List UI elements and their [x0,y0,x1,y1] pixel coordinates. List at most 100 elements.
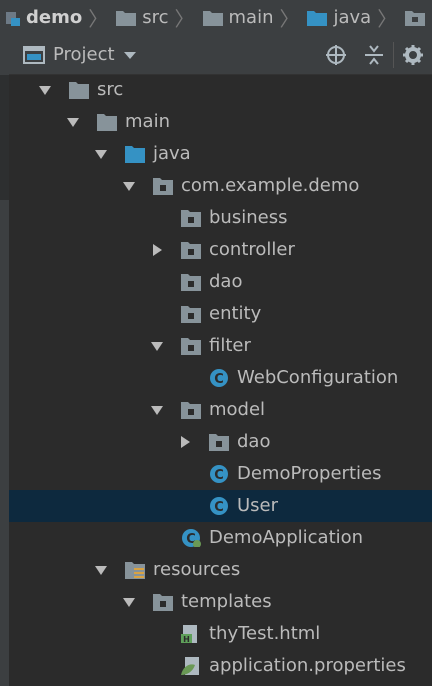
tree-node-label: business [209,207,288,228]
source-folder-icon [125,146,145,163]
expand-arrow-down-icon[interactable] [66,115,80,129]
svg-text:H: H [183,635,190,643]
expand-arrow-right-icon[interactable] [178,435,192,449]
breadcrumb-separator: 〉 [88,7,109,31]
tool-window-tab[interactable] [0,75,9,200]
source-folder-icon [307,10,328,26]
class-icon: C [210,369,228,387]
tool-window-strip [0,35,9,686]
expand-arrow-down-icon[interactable] [122,595,136,609]
breadcrumb-item[interactable]: com [399,7,432,28]
breadcrumb-label: demo [26,7,83,28]
project-toolbar: Project [9,35,432,75]
expand-arrow-right-icon[interactable] [150,243,164,257]
breadcrumb-item[interactable]: main [197,7,278,28]
breadcrumb-item[interactable]: java [301,7,375,28]
package-icon [181,402,201,419]
module-icon [6,11,20,26]
tree-node-label: thyTest.html [209,623,321,644]
package-icon [181,210,201,227]
tree-node-label: dao [209,271,243,292]
tree-node-label: DemoApplication [209,527,364,548]
resources-folder-icon [125,562,145,579]
expand-arrow-down-icon[interactable] [150,339,164,353]
folder-icon [116,10,137,26]
tree-node[interactable]: HthyTest.html [9,618,432,650]
tree-node[interactable]: java [9,138,432,170]
tree-node-label: main [125,111,170,132]
tree-node[interactable]: com.example.demo [9,170,432,202]
folder-icon [69,82,89,99]
tree-node[interactable]: dao [9,266,432,298]
package-icon [153,178,173,195]
breadcrumb-separator: 〉 [377,7,398,31]
tree-node[interactable]: src [9,74,432,106]
package-icon [405,10,426,26]
expand-arrow-down-icon[interactable] [122,179,136,193]
chevron-down-icon [123,51,136,59]
project-view-label: Project [53,44,115,65]
crosshair-icon [326,44,346,65]
breadcrumb-label: main [228,7,274,28]
tree-node[interactable]: resources [9,554,432,586]
breadcrumb-separator: 〉 [174,7,195,31]
locate-button[interactable] [317,35,355,74]
breadcrumb-label: src [142,7,169,28]
tree-node[interactable]: C DemoApplication [9,522,432,554]
breadcrumb-item[interactable]: src [110,7,172,28]
project-window-icon [23,45,45,64]
package-icon [181,242,201,259]
tree-node[interactable]: C DemoProperties [9,458,432,490]
package-icon [181,338,201,355]
tree-node[interactable]: controller [9,234,432,266]
settings-button[interactable] [394,35,432,74]
tree-node-label: java [153,143,191,164]
svg-text:C: C [214,500,224,515]
svg-text:C: C [214,372,224,387]
package-icon [181,306,201,323]
folder-icon [202,10,223,26]
tree-node[interactable]: C User [9,490,432,522]
tree-node[interactable]: dao [9,426,432,458]
breadcrumb-label: java [333,7,372,28]
package-icon [153,594,173,611]
svg-text:C: C [214,468,224,483]
tree-node-label: filter [209,335,251,356]
expand-arrow-down-icon[interactable] [38,83,52,97]
expand-arrow-down-icon[interactable] [94,147,108,161]
tree-node[interactable]: filter [9,330,432,362]
breadcrumb-separator: 〉 [279,7,300,31]
package-icon [181,274,201,291]
tree-node-label: templates [181,591,272,612]
collapse-all-button[interactable] [355,35,393,74]
tree-node-label: src [97,79,124,100]
tree-node[interactable]: main [9,106,432,138]
tree-node-label: dao [237,431,271,452]
tree-node[interactable]: model [9,394,432,426]
tree-node-label: User [237,495,279,516]
tree-node-label: DemoProperties [237,463,382,484]
tree-node[interactable]: business [9,202,432,234]
project-tree: src main java com.example.demo business contr… [9,74,432,686]
tree-node[interactable]: application.properties [9,650,432,682]
spring-boot-class-icon: C [182,529,201,547]
tree-node-label: entity [209,303,262,324]
spring-properties-file-icon [181,657,199,675]
project-view-selector[interactable]: Project [23,44,137,65]
tree-node-label: com.example.demo [181,175,360,196]
tree-node-label: resources [153,559,241,580]
breadcrumb-bar: demo 〉 src 〉 main 〉 java 〉 com [0,0,432,36]
package-icon [209,434,229,451]
class-icon: C [210,465,228,483]
tree-node[interactable]: C WebConfiguration [9,362,432,394]
breadcrumb-item[interactable]: demo [0,7,86,28]
expand-arrow-down-icon[interactable] [94,563,108,577]
class-icon: C [210,497,228,515]
tree-node-label: application.properties [209,655,406,676]
tree-node[interactable]: templates [9,586,432,618]
tree-node-label: controller [209,239,295,260]
tree-node-label: model [209,399,266,420]
tree-node[interactable]: entity [9,298,432,330]
expand-arrow-down-icon[interactable] [150,403,164,417]
tree-node-label: WebConfiguration [237,367,399,388]
